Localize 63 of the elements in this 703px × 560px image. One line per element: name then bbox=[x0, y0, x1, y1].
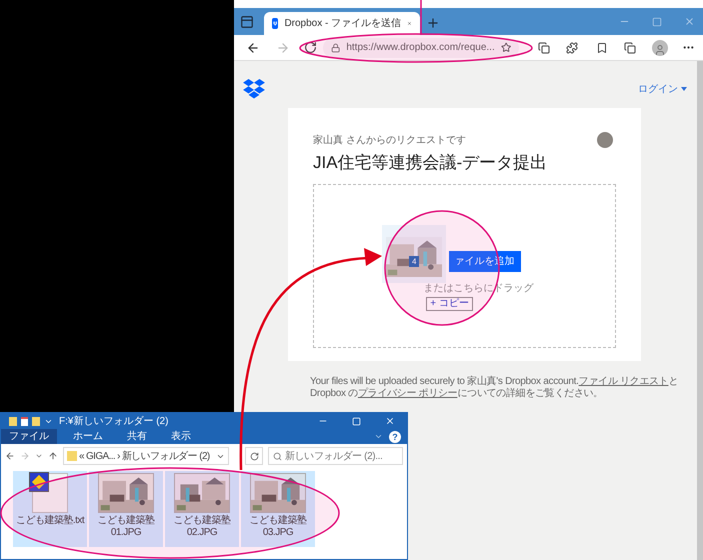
search-field[interactable]: 新しいフォルダー (2)... bbox=[268, 447, 403, 465]
file-name: こども建築塾 01.JPG bbox=[96, 515, 156, 539]
breadcrumb-item[interactable]: GIGA... bbox=[86, 448, 116, 464]
folder-icon bbox=[9, 416, 17, 426]
favorites-icon[interactable] bbox=[596, 42, 608, 54]
file-item[interactable]: こども建築塾 01.JPG bbox=[89, 471, 163, 547]
url-text: https://www.dropbox.com/reque... bbox=[346, 41, 495, 55]
search-icon bbox=[273, 452, 282, 460]
footer-link[interactable]: プライバシー ポリシー bbox=[358, 388, 458, 399]
browser-tab[interactable]: Dropbox - ファイルを送信 bbox=[264, 12, 420, 35]
tab-actions-icon[interactable] bbox=[240, 15, 254, 29]
file-name: こども建築塾 03.JPG bbox=[248, 515, 308, 539]
callout-line bbox=[420, 0, 422, 35]
dropbox-logo-icon bbox=[243, 79, 265, 99]
back-icon[interactable] bbox=[246, 40, 260, 54]
explorer-title: F:¥新しいフォルダー (2) bbox=[59, 414, 170, 428]
scrollbar[interactable] bbox=[697, 61, 703, 560]
profile-avatar[interactable] bbox=[652, 40, 668, 56]
refresh-button[interactable] bbox=[245, 447, 263, 465]
drop-effect-label: + コピー bbox=[426, 296, 473, 310]
ribbon-tab[interactable]: ファイル bbox=[1, 429, 57, 444]
refresh-icon[interactable] bbox=[304, 41, 317, 54]
collections-icon[interactable] bbox=[624, 42, 636, 54]
file-item[interactable]: こども建築塾 02.JPG bbox=[165, 471, 239, 547]
expand-ribbon-icon[interactable] bbox=[374, 432, 383, 441]
footer-note: Your files will be uploaded securely to 家山真's Dropbox account.ファイル リクエスト と Dropbox のプライバシー ポリシーについての詳細をご覧ください。 bbox=[310, 376, 680, 400]
help-button[interactable]: ? bbox=[389, 430, 401, 442]
tab-title: Dropbox - ファイルを送信 bbox=[284, 17, 402, 31]
breadcrumb-item[interactable]: 新しいフォルダー (2) bbox=[122, 448, 210, 464]
file-name: こども建築塾.txt bbox=[16, 515, 84, 527]
breadcrumb-separator: › bbox=[117, 450, 120, 464]
lock-icon bbox=[331, 42, 340, 52]
close-icon[interactable] bbox=[385, 416, 395, 426]
drag-count-badge: 4 bbox=[409, 256, 420, 266]
request-title: JIA住宅等連携会議-データ提出 bbox=[313, 152, 548, 174]
text-file-icon bbox=[32, 473, 68, 513]
folder-icon bbox=[67, 451, 77, 461]
dropdown-caret-icon[interactable] bbox=[681, 87, 687, 91]
recent-locations-icon[interactable] bbox=[35, 452, 43, 460]
address-field[interactable]: « GIGA... › 新しいフォルダー (2) bbox=[63, 447, 229, 465]
add-favorite-icon[interactable] bbox=[500, 42, 511, 53]
refresh-icon bbox=[250, 452, 258, 460]
up-icon[interactable] bbox=[48, 451, 58, 461]
address-bar[interactable]: https://www.dropbox.com/reque... bbox=[323, 38, 519, 58]
folder-icon bbox=[32, 416, 40, 426]
file-name: こども建築塾 02.JPG bbox=[172, 515, 232, 539]
search-input[interactable]: 新しいフォルダー (2)... bbox=[285, 448, 398, 464]
breadcrumb-separator: « bbox=[79, 450, 84, 464]
login-link[interactable]: ログイン bbox=[638, 82, 678, 96]
new-tab-icon[interactable] bbox=[426, 16, 440, 30]
properties-icon[interactable] bbox=[21, 416, 28, 426]
back-icon[interactable] bbox=[5, 451, 15, 461]
extensions-icon[interactable] bbox=[566, 42, 578, 54]
file-item[interactable]: こども建築塾.txt bbox=[13, 471, 87, 547]
ribbon-tab[interactable]: 共有 bbox=[119, 429, 155, 444]
file-item[interactable]: こども建築塾 03.JPG bbox=[241, 471, 315, 547]
footer-link[interactable]: ファイル リクエスト bbox=[578, 376, 668, 387]
avatar bbox=[597, 132, 613, 148]
ribbon-tab[interactable]: ホーム bbox=[65, 429, 111, 444]
drag-hint: またはこちらにドラッグ bbox=[424, 282, 534, 296]
requester-text: 家山真 さんからのリクエストです bbox=[313, 134, 466, 148]
dropbox-logo-icon bbox=[272, 18, 278, 29]
ribbon-tab[interactable]: 表示 bbox=[163, 429, 199, 444]
